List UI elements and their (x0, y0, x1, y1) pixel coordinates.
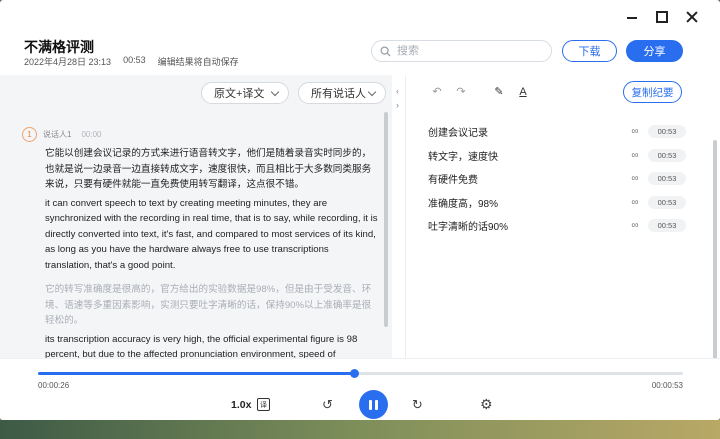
speaker-timestamp: 00:00 (81, 130, 102, 139)
link-icon[interactable]: ∞ (628, 126, 642, 137)
progress-fill (38, 372, 355, 375)
note-timestamp[interactable]: 00:53 (648, 148, 686, 162)
recording-meta: 2022年4月28日 23:13 00:53 编辑结果将自动保存 (24, 55, 239, 68)
search-box[interactable] (371, 40, 552, 62)
transcript-paragraph-original[interactable]: 它能以创建会议记录的方式来进行语音转文字，他们是随着录音实时同步的，也就是说一边… (45, 146, 378, 193)
rewind-icon[interactable]: ↺ (322, 397, 333, 413)
link-icon[interactable]: ∞ (628, 197, 642, 208)
link-icon[interactable]: ∞ (628, 220, 642, 231)
total-time: 00:00:53 (651, 381, 683, 390)
list-item[interactable]: 创建会议记录 ∞ 00:53 (428, 120, 686, 144)
list-item[interactable]: 转文字，速度快 ∞ 00:53 (428, 144, 686, 168)
subtitle-icon[interactable]: 译 (257, 398, 270, 411)
chevron-down-icon (270, 87, 280, 97)
notes-panel: ↶ ↷ ✎ A 复制纪要 创建会议记录 ∞ 00:53 转文字，速度快 ∞ 00… (405, 75, 708, 358)
language-mode-select[interactable]: 原文+译文 (201, 82, 289, 104)
window-scrollbar[interactable] (713, 140, 717, 366)
panel-toggle[interactable]: ‹ › (396, 84, 399, 112)
progress-bar[interactable] (38, 369, 683, 378)
recording-datetime: 2022年4月28日 23:13 (24, 57, 112, 67)
note-text[interactable]: 准确度高，98% (428, 195, 628, 210)
language-mode-value: 原文+译文 (214, 88, 265, 100)
chevron-down-icon (367, 87, 377, 97)
speaker-filter-select[interactable]: 所有说话人 (298, 82, 386, 104)
note-timestamp[interactable]: 00:53 (648, 219, 686, 233)
text-color-icon[interactable]: A (516, 86, 530, 98)
chevron-right-icon: › (396, 100, 399, 110)
speaker-badge[interactable]: 1 (22, 127, 37, 142)
pause-icon (369, 399, 372, 410)
download-button[interactable]: 下载 (562, 40, 617, 62)
search-icon (380, 45, 391, 57)
redo-icon[interactable]: ↷ (454, 85, 468, 98)
note-text[interactable]: 创建会议记录 (428, 124, 628, 139)
audio-player: 00:00:26 00:00:53 1.0x 译 ↺ ↻ ⚙ (0, 358, 720, 420)
notes-toolbar: ↶ ↷ ✎ A (430, 85, 530, 99)
notes-list: 创建会议记录 ∞ 00:53 转文字，速度快 ∞ 00:53 有硬件免费 ∞ 0… (428, 120, 686, 238)
speaker-name[interactable]: 说话人1 (43, 129, 71, 140)
window-controls (626, 11, 698, 23)
speaker-row: 1 说话人1 00:00 (22, 127, 378, 142)
transcript-panel: 原文+译文 所有说话人 1 说话人1 00:00 它能以创建会议记录的方式来进行… (0, 75, 392, 365)
pause-button[interactable] (359, 390, 388, 419)
forward-icon[interactable]: ↻ (412, 397, 423, 413)
note-timestamp[interactable]: 00:53 (648, 125, 686, 139)
chevron-left-icon: ‹ (396, 86, 399, 96)
transcript-scrollbar[interactable] (384, 112, 388, 327)
link-icon[interactable]: ∞ (628, 173, 642, 184)
note-text[interactable]: 吐字清晰的话90% (428, 218, 628, 233)
current-time: 00:00:26 (38, 381, 70, 390)
recording-duration: 00:53 (123, 55, 146, 65)
copy-notes-button[interactable]: 复制纪要 (623, 81, 682, 103)
list-item[interactable]: 准确度高，98% ∞ 00:53 (428, 191, 686, 215)
watermark-logo: 新 众 (675, 394, 714, 412)
gear-icon[interactable]: ⚙ (480, 396, 493, 413)
transcript-paragraph-translation[interactable]: it can convert speech to text by creatin… (45, 196, 378, 274)
desktop-background (0, 420, 720, 439)
transcript-paragraph-original[interactable]: 它的转写准确度是很高的，官方给出的实验数据是98%，但是由于受发音、环境、语速等… (45, 282, 378, 329)
pause-icon (375, 399, 378, 410)
autosave-notice: 编辑结果将自动保存 (157, 57, 239, 67)
search-input[interactable] (397, 45, 537, 57)
app-window: 不满格评测 2022年4月28日 23:13 00:53 编辑结果将自动保存 下… (0, 0, 720, 420)
list-item[interactable]: 吐字清晰的话90% ∞ 00:53 (428, 214, 686, 238)
highlight-icon[interactable]: ✎ (492, 85, 506, 98)
note-text[interactable]: 有硬件免费 (428, 171, 628, 186)
close-icon[interactable] (686, 11, 698, 23)
share-button[interactable]: 分享 (626, 40, 683, 62)
link-icon[interactable]: ∞ (628, 150, 642, 161)
page-title[interactable]: 不满格评测 (24, 37, 94, 57)
transcript-content: 1 说话人1 00:00 它能以创建会议记录的方式来进行语音转文字，他们是随着录… (22, 127, 378, 363)
note-text[interactable]: 转文字，速度快 (428, 148, 628, 163)
speaker-filter-value: 所有说话人 (311, 88, 366, 100)
maximize-icon[interactable] (656, 11, 668, 23)
undo-icon[interactable]: ↶ (430, 85, 444, 98)
note-timestamp[interactable]: 00:53 (648, 195, 686, 209)
note-timestamp[interactable]: 00:53 (648, 172, 686, 186)
playback-speed-button[interactable]: 1.0x (231, 399, 251, 411)
list-item[interactable]: 有硬件免费 ∞ 00:53 (428, 167, 686, 191)
minimize-icon[interactable] (626, 11, 638, 23)
progress-handle[interactable] (350, 369, 360, 378)
